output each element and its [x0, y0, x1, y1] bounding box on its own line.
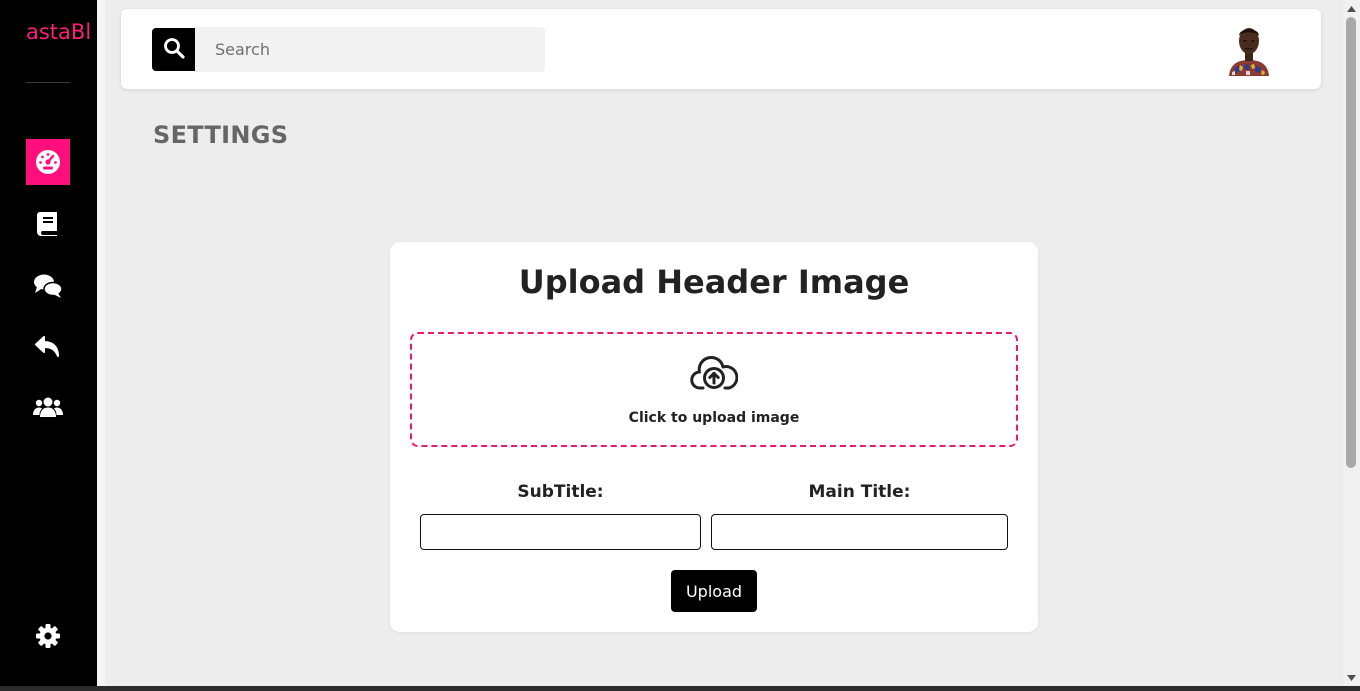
sidebar-item-comments[interactable] [26, 263, 70, 309]
reply-arrow-icon [34, 334, 62, 360]
scrollbar-thumb[interactable] [1346, 17, 1356, 468]
brand-divider [26, 82, 70, 83]
search-button[interactable] [152, 28, 195, 71]
gear-icon [35, 623, 61, 649]
sidebar-item-dashboard[interactable] [26, 139, 70, 185]
sidebar: astaBl [0, 0, 97, 686]
sidebar-item-replies[interactable] [26, 324, 70, 370]
window-bottom-edge [0, 686, 1360, 691]
user-avatar[interactable] [1226, 24, 1272, 76]
scroll-up-arrow[interactable] [1343, 0, 1360, 17]
brand-logo-text[interactable]: astaBl [26, 18, 97, 46]
main-title-label: Main Title: [808, 482, 911, 502]
search-input[interactable] [195, 27, 545, 72]
speedometer-icon [35, 149, 61, 175]
subtitle-label: SubTitle: [517, 482, 604, 502]
card-title: Upload Header Image [518, 263, 910, 301]
page-title: SETTINGS [153, 121, 289, 149]
cloud-upload-icon [690, 354, 739, 394]
main-title-input[interactable] [711, 514, 1008, 550]
chat-bubbles-icon [33, 273, 63, 299]
search-icon [163, 37, 185, 63]
sidebar-item-settings[interactable] [26, 613, 70, 659]
sidebar-item-posts[interactable] [26, 201, 70, 247]
dropzone-label: Click to upload image [628, 410, 800, 426]
upload-button[interactable]: Upload [671, 570, 757, 612]
subtitle-input[interactable] [420, 514, 701, 550]
book-icon [36, 211, 60, 237]
sidebar-item-users[interactable] [26, 384, 70, 430]
scroll-down-arrow[interactable] [1343, 669, 1360, 686]
users-icon [33, 395, 63, 419]
main-gutter [97, 0, 105, 686]
